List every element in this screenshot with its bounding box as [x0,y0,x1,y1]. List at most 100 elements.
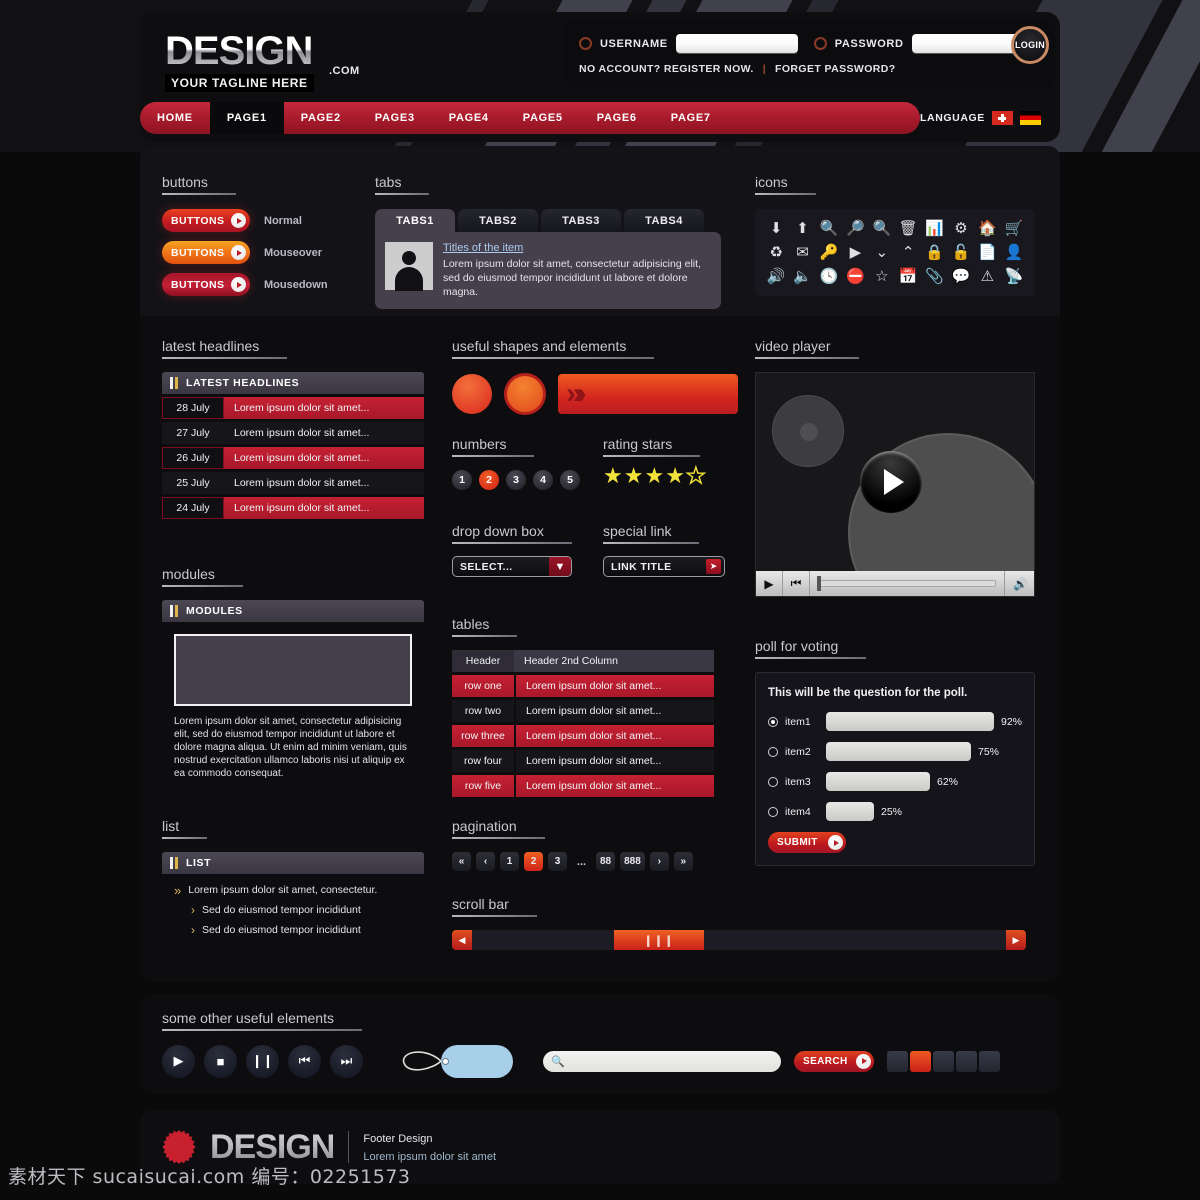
swatch-2[interactable] [910,1050,931,1072]
pagination-page-2[interactable]: 2 [524,852,543,871]
document-icon[interactable]: 📄 [978,244,997,261]
number-5[interactable]: 5 [560,470,580,490]
login-button[interactable]: LOGIN [1011,26,1049,64]
nav-item-home[interactable]: HOME [140,102,210,134]
logo[interactable]: DESIGN .COM YOUR TAGLINE HERE [165,30,359,92]
list-item[interactable]: › Sed do eiusmod tempor incididunt [174,904,412,917]
pagination-page-888[interactable]: 888 [620,852,645,871]
search-field-wrap[interactable]: 🔍 [543,1050,781,1072]
button-mouseover[interactable]: BUTTONS [162,241,250,264]
swatch-4[interactable] [956,1050,977,1072]
zoom-in-icon[interactable]: 🔍 [820,220,839,237]
pause-icon[interactable]: ❙❙ [246,1044,279,1078]
username-input[interactable] [675,34,798,53]
nav-item-page1[interactable]: PAGE1 [209,102,284,134]
lock-open-icon[interactable]: 🔓 [952,244,971,261]
pagination-page-3[interactable]: 3 [548,852,567,871]
radio-selected-icon[interactable] [768,716,778,727]
list-item[interactable]: 24 July Lorem ipsum dolor sit amet... [162,497,424,519]
swatch-5[interactable] [979,1050,1000,1072]
star-empty-icon[interactable]: ★ [685,464,706,487]
list-item[interactable]: 28 July Lorem ipsum dolor sit amet... [162,397,424,419]
table-row[interactable]: row two Lorem ipsum dolor sit amet... [452,700,714,722]
play-icon[interactable]: ▶ [756,571,783,596]
home-icon[interactable]: 🏠 [978,220,997,237]
collapse-down-icon[interactable]: ⌄ [876,244,889,261]
footer-logo[interactable]: DESIGN [210,1129,335,1165]
poll-option-item4[interactable]: item4 25% [768,802,1022,821]
search-input[interactable] [569,1055,765,1067]
list-item[interactable]: 27 July Lorem ipsum dolor sit amet... [162,422,424,444]
scroll-left-arrow-icon[interactable]: ◀ [452,930,472,950]
volume-icon[interactable]: 🔊 [1004,571,1034,596]
play-icon[interactable]: ▶ [162,1044,195,1078]
video-player[interactable]: ▶ ⏮ 🔊 [755,372,1035,597]
tab-tabs1[interactable]: TABS1 [375,209,455,232]
button-normal[interactable]: BUTTONS [162,209,250,232]
swatch-3[interactable] [933,1050,954,1072]
star-full-icon[interactable]: ★ [644,465,664,487]
pagination-prev-button[interactable]: ‹ [476,852,495,871]
pagination-page-1[interactable]: 1 [500,852,519,871]
poll-submit-button[interactable]: SUBMIT [768,832,846,853]
rss-icon[interactable]: 📡 [1004,268,1023,285]
pagination-next-button[interactable]: › [649,852,669,871]
clock-icon[interactable]: 🕓 [820,268,839,285]
horizontal-scrollbar[interactable]: ◀ ❙❙❙ ▶ [452,930,1026,950]
nav-item-page6[interactable]: PAGE6 [580,102,654,134]
select-dropdown[interactable]: SELECT... ▼ [452,556,572,577]
nav-item-page5[interactable]: PAGE5 [506,102,580,134]
scroll-thumb[interactable]: ❙❙❙ [614,930,704,950]
table-row[interactable]: row three Lorem ipsum dolor sit amet... [452,725,714,747]
tab-item-title-link[interactable]: Titles of the item [443,242,711,254]
next-icon[interactable]: ⏭ [330,1044,363,1078]
scroll-track[interactable]: ❙❙❙ [472,930,1006,950]
prev-icon[interactable]: ⏮ [288,1044,321,1078]
tab-tabs3[interactable]: TABS3 [541,209,621,232]
bar-chart-icon[interactable]: 📊 [925,220,944,237]
key-icon[interactable]: 🔑 [820,244,839,261]
trash-icon[interactable]: 🗑 [899,220,918,237]
poll-option-item3[interactable]: item3 62% [768,772,1022,791]
attachment-icon[interactable]: 📎 [925,268,944,285]
number-3[interactable]: 3 [506,470,526,490]
rating-stars[interactable]: ★ ★ ★ ★ ★ [603,464,706,487]
gear-icon[interactable]: ⚙ [954,220,967,237]
nav-item-page2[interactable]: PAGE2 [284,102,358,134]
seek-bar[interactable] [810,571,1004,596]
pagination-page-88[interactable]: 88 [596,852,616,871]
list-item[interactable]: » Lorem ipsum dolor sit amet, consectetu… [174,884,412,897]
zoom-out-icon[interactable]: 🔎 [846,220,865,237]
star-full-icon[interactable]: ★ [603,465,623,487]
nav-item-page7[interactable]: PAGE7 [654,102,728,134]
radio-icon[interactable] [768,776,778,787]
star-icon[interactable]: ☆ [875,268,888,285]
forgot-password-link[interactable]: FORGET PASSWORD? [775,63,896,75]
mail-icon[interactable]: ✉ [796,244,809,261]
cart-icon[interactable]: 🛒 [1004,220,1023,237]
volume-on-icon[interactable]: 🔊 [767,268,786,285]
list-item[interactable]: 25 July Lorem ipsum dolor sit amet... [162,472,424,494]
block-icon[interactable]: ⛔ [846,268,865,285]
comment-icon[interactable]: 💬 [952,268,971,285]
number-2[interactable]: 2 [479,470,499,490]
calendar-icon[interactable]: 📅 [899,268,918,285]
number-4[interactable]: 4 [533,470,553,490]
video-play-button[interactable] [860,451,922,513]
tab-tabs2[interactable]: TABS2 [458,209,538,232]
special-link-button[interactable]: LINK TITLE ➤ [603,556,725,577]
register-link[interactable]: NO ACCOUNT? REGISTER NOW. [579,63,754,75]
play-circle-icon[interactable]: ▶ [850,244,862,261]
prev-icon[interactable]: ⏮ [783,571,810,596]
nav-item-page4[interactable]: PAGE4 [432,102,506,134]
list-item[interactable]: 26 July Lorem ipsum dolor sit amet... [162,447,424,469]
swatch-1[interactable] [887,1050,908,1072]
scroll-track-left[interactable] [472,930,614,950]
scroll-right-arrow-icon[interactable]: ▶ [1006,930,1026,950]
arrow-up-icon[interactable]: ⬆ [796,220,809,237]
user-icon[interactable]: 👤 [1004,244,1023,261]
list-item[interactable]: › Sed do eiusmod tempor incididunt [174,924,412,937]
pagination-first-button[interactable]: « [452,852,471,871]
star-full-icon[interactable]: ★ [624,465,644,487]
search-icon[interactable]: 🔍 [872,220,891,237]
